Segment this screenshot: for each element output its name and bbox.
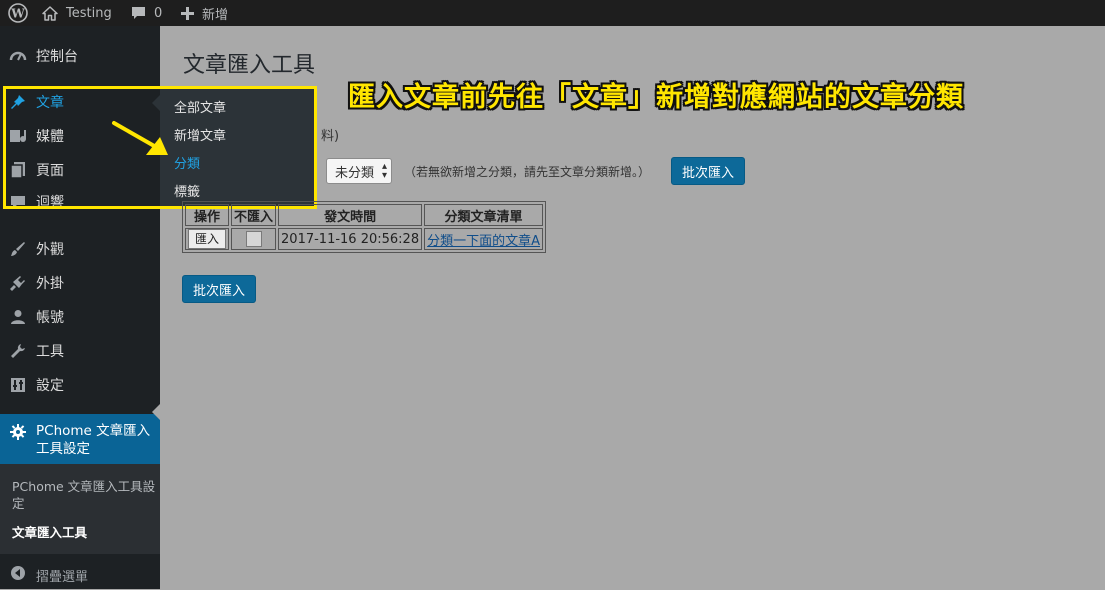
sidebar-item-dashboard[interactable]: 控制台 xyxy=(0,39,160,73)
current-menu-indicator xyxy=(152,404,160,420)
svg-text:W: W xyxy=(10,7,25,21)
column-header-action: 操作 xyxy=(185,204,230,226)
table-row: 匯入 2017-11-16 20:56:28 分類一下面的文章A xyxy=(185,228,544,250)
settings-icon xyxy=(9,376,27,394)
gear-icon xyxy=(9,423,27,445)
annotation-arrow-icon xyxy=(112,121,168,155)
sidebar-item-pchome-importer[interactable]: PChome 文章匯入工具設定 xyxy=(0,414,160,464)
sidebar-item-label: 帳號 xyxy=(36,310,64,326)
user-icon xyxy=(9,308,27,326)
action-cell: 匯入 xyxy=(185,228,230,250)
collapse-menu-button[interactable]: 摺疊選單 xyxy=(0,560,160,590)
sidebar-item-plugins[interactable]: 外掛 xyxy=(0,266,160,300)
select-arrows-icon: ▴ ▾ xyxy=(381,161,387,181)
category-select[interactable]: 未分類 ▴ ▾ xyxy=(326,158,392,184)
plugin-icon xyxy=(9,274,27,292)
category-select-value: 未分類 xyxy=(335,165,375,181)
sidebar-item-appearance[interactable]: 外觀 xyxy=(0,232,160,266)
import-button[interactable]: 匯入 xyxy=(188,229,227,249)
site-name-link[interactable]: Testing xyxy=(42,0,112,26)
home-icon xyxy=(42,5,58,21)
time-cell: 2017-11-16 20:56:28 xyxy=(278,228,423,250)
wordpress-logo-icon[interactable]: W xyxy=(8,0,28,26)
annotation-text: 匯入文章前先往「文章」新增對應網站的文章分類 xyxy=(348,82,964,113)
batch-import-button-bottom[interactable]: 批次匯入 xyxy=(182,275,256,303)
skip-cell xyxy=(231,228,277,250)
sidebar-item-settings[interactable]: 設定 xyxy=(0,368,160,402)
skip-checkbox[interactable] xyxy=(245,231,262,247)
sidebar-item-label: 控制台 xyxy=(36,49,78,65)
page-title: 文章匯入工具 xyxy=(183,53,316,78)
brush-icon xyxy=(9,240,27,258)
new-content-link[interactable]: 新增 xyxy=(181,0,228,26)
batch-import-button[interactable]: 批次匯入 xyxy=(671,157,745,185)
site-name-label: Testing xyxy=(66,5,112,21)
article-link[interactable]: 分類一下面的文章A xyxy=(427,234,540,249)
comments-link[interactable]: 0 xyxy=(131,0,162,26)
sidebar-item-label: 工具 xyxy=(36,344,64,360)
new-label: 新增 xyxy=(202,7,229,23)
table-header-row: 操作 不匯入 發文時間 分類文章清單 xyxy=(185,204,544,226)
sidebar-item-tools[interactable]: 工具 xyxy=(0,334,160,368)
submenu-item-importer[interactable]: 文章匯入工具 xyxy=(12,524,157,541)
sidebar-item-users[interactable]: 帳號 xyxy=(0,300,160,334)
comment-bubble-icon xyxy=(131,6,146,20)
wrench-icon xyxy=(9,342,27,360)
sidebar-item-label: 外觀 xyxy=(36,242,64,258)
plus-icon xyxy=(181,6,194,20)
collapse-arrow-icon xyxy=(10,565,26,585)
import-table: 操作 不匯入 發文時間 分類文章清單 匯入 2017-11-16 20:56:2… xyxy=(182,201,547,253)
column-header-time: 發文時間 xyxy=(278,204,423,226)
sidebar-item-label: PChome 文章匯入工具設定 xyxy=(36,423,151,457)
plugin-submenu: PChome 文章匯入工具設定 文章匯入工具 xyxy=(0,464,160,554)
comments-count: 0 xyxy=(154,5,163,21)
admin-bar: W Testing 0 新增 xyxy=(0,0,1105,26)
list-cell: 分類一下面的文章A xyxy=(424,228,544,250)
submenu-item-settings[interactable]: PChome 文章匯入工具設定 xyxy=(12,478,157,512)
sidebar-item-label: 設定 xyxy=(36,378,64,394)
column-header-skip: 不匯入 xyxy=(231,204,277,226)
collapse-menu-label: 摺疊選單 xyxy=(36,569,89,585)
partial-description: 料) xyxy=(321,129,340,144)
dashboard-icon xyxy=(9,47,27,65)
column-header-list: 分類文章清單 xyxy=(424,204,544,226)
sidebar-item-label: 外掛 xyxy=(36,276,64,292)
category-hint: （若無欲新增之分類，請先至文章分類新增。） xyxy=(404,165,651,179)
